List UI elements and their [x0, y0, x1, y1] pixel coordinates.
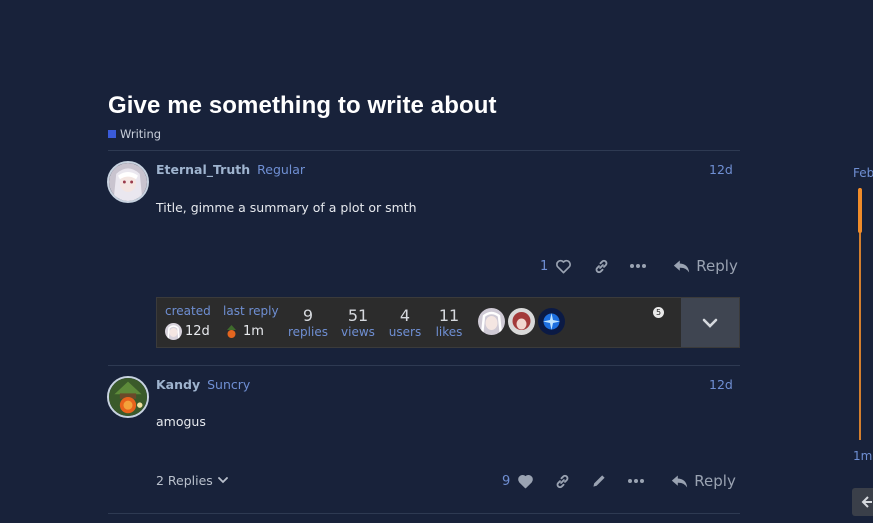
replies-count: 9	[302, 306, 314, 325]
likes-label: likes	[435, 325, 463, 339]
post-actions: 1 Reply	[540, 255, 738, 277]
created-time: 12d	[185, 324, 210, 339]
users-count: 4	[399, 306, 411, 325]
topic-map: created 12d last reply 1m 9 replies 51 v…	[156, 297, 740, 348]
post-meta: Kandy Suncry	[156, 377, 250, 392]
more-options-icon[interactable]	[627, 255, 649, 277]
chevron-down-icon	[217, 477, 228, 484]
like-heart-icon[interactable]	[553, 255, 573, 277]
participant-avatar[interactable]	[508, 308, 535, 335]
like-count[interactable]: 9	[502, 474, 510, 489]
last-reply-stat[interactable]: last reply 1m	[223, 304, 279, 340]
username-link[interactable]: Kandy	[156, 377, 200, 392]
user-title: Regular	[257, 162, 306, 177]
arrow-left-icon	[861, 496, 872, 508]
user-avatar-image	[109, 163, 147, 201]
divider	[108, 513, 740, 514]
views-label: views	[341, 325, 375, 339]
more-options-icon[interactable]	[625, 470, 647, 492]
chevron-down-icon	[702, 318, 718, 328]
post-date[interactable]: 12d	[709, 377, 733, 392]
last-replier-avatar	[223, 323, 240, 340]
participant-post-count: 5	[653, 307, 664, 318]
views-stat: 51 views	[338, 306, 378, 339]
timeline-scroll-handle[interactable]	[858, 188, 862, 233]
post-date[interactable]: 12d	[709, 162, 733, 177]
timeline-end-date[interactable]: 1m	[853, 449, 872, 463]
reply-button[interactable]: Reply	[671, 472, 736, 490]
replies-label: replies	[288, 325, 328, 339]
post-meta: Eternal_Truth Regular	[156, 162, 305, 177]
replies-stat: 9 replies	[287, 306, 329, 339]
creator-avatar	[165, 323, 182, 340]
users-label: users	[388, 325, 422, 339]
last-reply-time: 1m	[243, 324, 264, 339]
last-reply-label: last reply	[223, 304, 279, 318]
avatar[interactable]	[107, 376, 149, 418]
reply-arrow-icon	[674, 260, 690, 272]
category-label: Writing	[120, 127, 162, 141]
post-body: amogus	[156, 414, 206, 429]
reply-arrow-icon	[672, 475, 688, 487]
timeline-back-button[interactable]	[852, 488, 873, 516]
avatar[interactable]	[107, 161, 149, 203]
user-title: Suncry	[207, 377, 251, 392]
post-actions: 9 Reply	[502, 470, 736, 492]
reply-label: Reply	[694, 472, 736, 490]
link-icon[interactable]	[590, 255, 612, 277]
participant-avatar[interactable]	[478, 308, 505, 335]
link-icon[interactable]	[551, 470, 573, 492]
likes-count: 11	[438, 306, 460, 325]
like-count[interactable]: 1	[540, 259, 548, 274]
participant-avatar[interactable]	[538, 308, 565, 335]
show-replies-button[interactable]: 2 Replies	[156, 473, 228, 488]
username-link[interactable]: Eternal_Truth	[156, 162, 250, 177]
views-count: 51	[347, 306, 369, 325]
topic-title[interactable]: Give me something to write about	[108, 92, 497, 120]
timeline-start-date[interactable]: Feb	[853, 166, 873, 180]
created-label: created	[165, 304, 211, 318]
user-avatar-image	[109, 378, 147, 416]
reply-button[interactable]: Reply	[673, 257, 738, 275]
likes-stat: 11 likes	[433, 306, 465, 339]
replies-toggle-label: 2 Replies	[156, 473, 213, 488]
reply-label: Reply	[696, 257, 738, 275]
post-body: Title, gimme a summary of a plot or smth	[156, 200, 417, 215]
heart-filled-icon[interactable]	[515, 470, 535, 492]
pencil-edit-icon[interactable]	[588, 470, 610, 492]
category-color-swatch	[108, 130, 116, 138]
category-badge[interactable]: Writing	[108, 127, 161, 141]
divider	[108, 150, 740, 151]
users-stat: 4 users	[386, 306, 424, 339]
divider	[108, 365, 740, 366]
expand-topic-map-button[interactable]	[681, 298, 739, 347]
created-stat[interactable]: created 12d	[165, 304, 211, 340]
